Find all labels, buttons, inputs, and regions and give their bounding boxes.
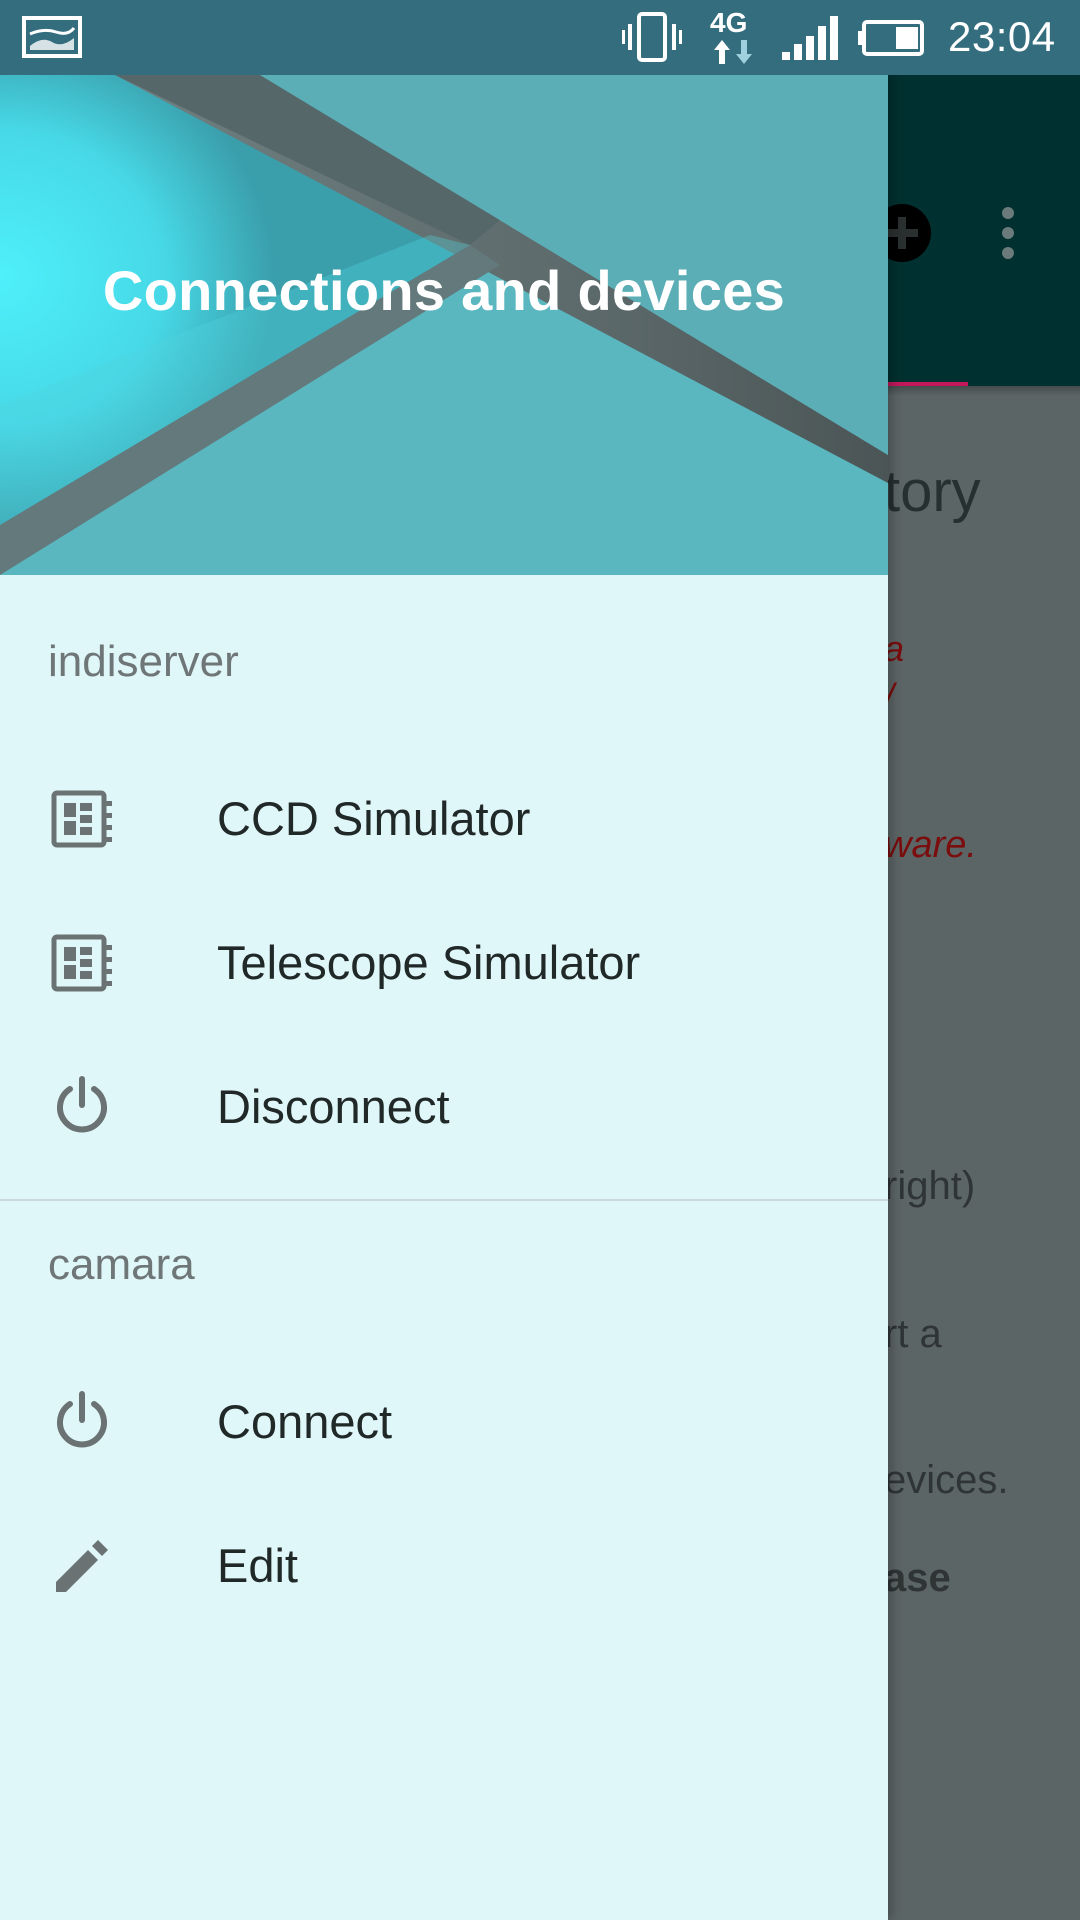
section-divider: [0, 1199, 888, 1201]
background-heading: tory: [884, 459, 981, 524]
background-text-1: right): [884, 1164, 976, 1208]
device-icon: [50, 787, 114, 851]
power-icon: [50, 1075, 114, 1139]
section-header-camara: camara: [48, 1240, 195, 1289]
section-header-indiserver: indiserver: [48, 637, 239, 686]
pencil-icon: [50, 1534, 114, 1598]
background-text-3: evices.: [884, 1458, 1009, 1502]
background-warning-text-3: ware.: [884, 824, 977, 866]
status-time: 23:04: [948, 13, 1056, 60]
nav-item-label: Disconnect: [217, 1080, 450, 1133]
nav-item-label: Telescope Simulator: [217, 936, 641, 989]
status-bar: 4G 23:04: [0, 0, 1080, 75]
vibrate-icon: [622, 12, 682, 67]
background-text-2: rt a: [884, 1312, 942, 1356]
network-4g-icon: 4G: [708, 6, 758, 73]
nav-item-label: Edit: [217, 1539, 298, 1592]
network-type-text: 4G: [710, 7, 747, 38]
background-text-4: ase: [884, 1556, 951, 1600]
nav-item-telescope-simulator[interactable]: Telescope Simulator: [0, 887, 888, 1031]
signal-icon: [780, 14, 840, 67]
nav-item-label: Connect: [217, 1395, 393, 1448]
drawer-header: Connections and devices: [0, 75, 888, 575]
device-icon: [50, 931, 114, 995]
nav-item-disconnect[interactable]: Disconnect: [0, 1031, 888, 1175]
more-vert-icon[interactable]: [998, 205, 1018, 266]
nav-item-connect[interactable]: Connect: [0, 1346, 888, 1490]
navigation-drawer: Connections and devices indiserver CCD S…: [0, 75, 888, 1920]
drawer-title: Connections and devices: [102, 259, 786, 322]
header-background-graphic: [0, 75, 888, 575]
power-icon: [50, 1390, 114, 1454]
gallery-icon: [22, 16, 82, 63]
nav-item-edit[interactable]: Edit: [0, 1490, 888, 1634]
nav-item-label: CCD Simulator: [217, 792, 531, 845]
nav-item-ccd-simulator[interactable]: CCD Simulator: [0, 743, 888, 887]
battery-icon: [856, 20, 926, 61]
